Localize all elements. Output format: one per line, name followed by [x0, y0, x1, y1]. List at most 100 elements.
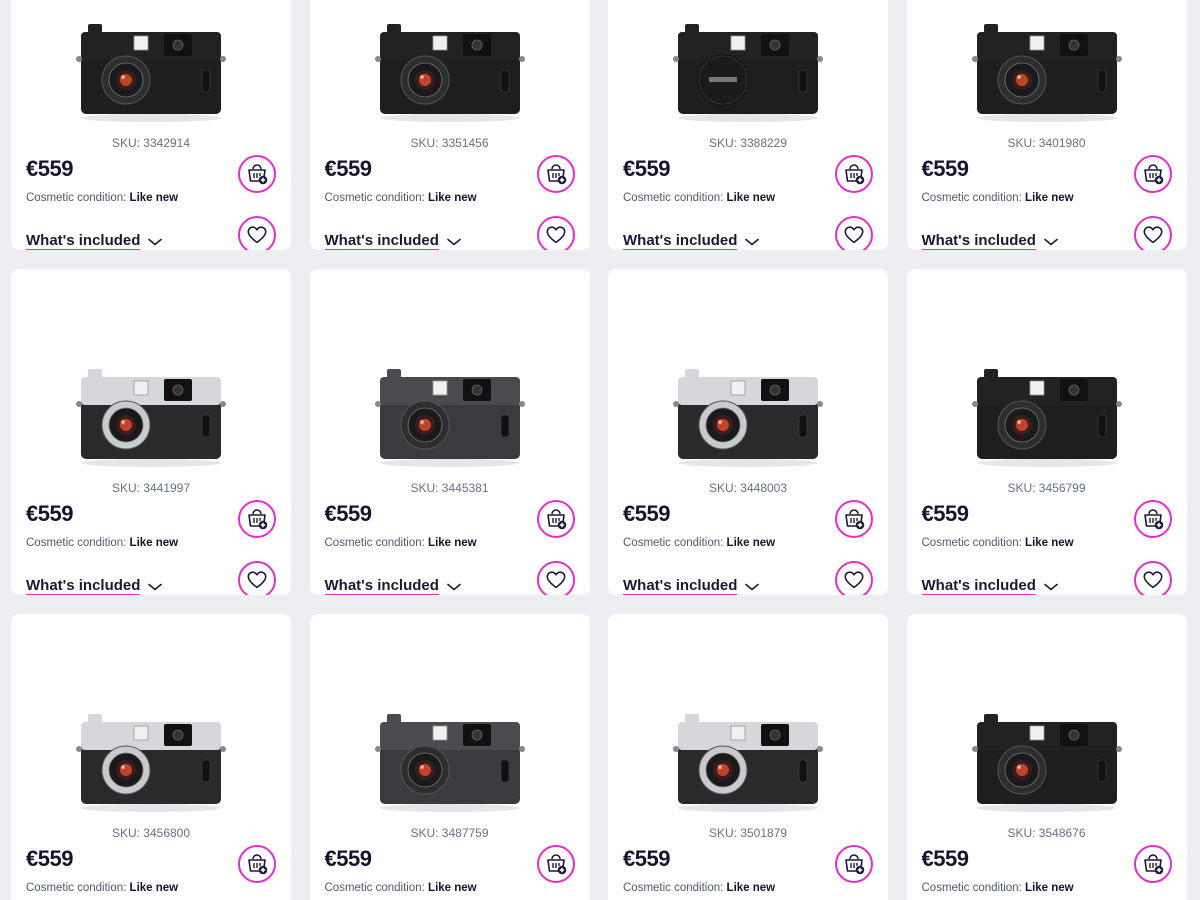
whats-included-toggle[interactable]: What's included [324, 232, 461, 250]
chevron-down-icon [1044, 238, 1058, 246]
add-to-basket-icon [1143, 164, 1163, 185]
whats-included-label: What's included [921, 232, 1036, 250]
whats-included-label: What's included [324, 232, 439, 250]
product-card[interactable]: SKU: 3445381 €559 Cosmetic condition: Li… [309, 269, 590, 595]
condition-label: Cosmetic condition: [324, 882, 429, 894]
add-to-basket-button[interactable] [536, 155, 575, 193]
product-sku: SKU: 3342914 [111, 136, 191, 150]
product-image[interactable] [310, 0, 590, 136]
wishlist-button[interactable] [536, 561, 575, 595]
whats-included-toggle[interactable]: What's included [324, 577, 461, 595]
product-image[interactable] [608, 0, 888, 136]
product-card[interactable]: SKU: 3351456 €559 Cosmetic condition: Li… [309, 0, 590, 250]
product-image[interactable] [11, 269, 291, 481]
whats-included-label: What's included [921, 577, 1036, 595]
product-image[interactable] [907, 269, 1187, 481]
product-sku: SKU: 3456800 [111, 826, 191, 840]
add-to-basket-button[interactable] [536, 845, 575, 883]
add-to-basket-icon [546, 854, 566, 875]
condition-value: Like new [428, 537, 477, 549]
product-image[interactable] [907, 0, 1187, 136]
heart-icon [247, 571, 267, 589]
chevron-down-icon [447, 238, 461, 246]
condition-label: Cosmetic condition: [26, 537, 130, 549]
product-price: €559 [26, 501, 73, 526]
condition-value: Like new [1025, 537, 1074, 549]
product-image[interactable] [310, 614, 590, 826]
add-to-basket-button[interactable] [835, 155, 873, 193]
product-card[interactable]: SKU: 3441997 €559 Cosmetic condition: Li… [11, 269, 291, 595]
chevron-down-icon [745, 238, 760, 246]
add-to-basket-icon [845, 854, 865, 875]
cosmetic-condition: Cosmetic condition: Like new [922, 192, 1074, 204]
wishlist-button[interactable] [1133, 561, 1172, 595]
whats-included-label: What's included [324, 577, 439, 595]
product-sku: SKU: 3388229 [708, 136, 788, 150]
wishlist-button[interactable] [238, 216, 276, 250]
add-to-basket-button[interactable] [238, 500, 276, 538]
add-to-basket-button[interactable] [1133, 155, 1172, 193]
product-card[interactable]: SKU: 3501879 €559 Cosmetic condition: Li… [608, 614, 888, 900]
wishlist-button[interactable] [835, 561, 873, 595]
product-price: €559 [324, 156, 372, 181]
heart-icon [1143, 226, 1162, 244]
camera-photo [971, 24, 1122, 122]
cosmetic-condition: Cosmetic condition: Like new [922, 537, 1074, 549]
cosmetic-condition: Cosmetic condition: Like new [922, 882, 1074, 894]
camera-photo [374, 369, 525, 467]
add-to-basket-button[interactable] [835, 500, 873, 538]
wishlist-button[interactable] [1133, 216, 1172, 250]
wishlist-button[interactable] [536, 216, 575, 250]
product-image[interactable] [608, 614, 888, 826]
product-image[interactable] [11, 0, 291, 136]
product-card[interactable]: SKU: 3456799 €559 Cosmetic condition: Li… [906, 269, 1187, 595]
product-card[interactable]: SKU: 3448003 €559 Cosmetic condition: Li… [608, 269, 888, 595]
add-to-basket-button[interactable] [835, 845, 873, 883]
whats-included-toggle[interactable]: What's included [623, 232, 760, 250]
product-image[interactable] [11, 614, 291, 826]
product-sku: SKU: 3501879 [708, 826, 788, 840]
product-card[interactable]: SKU: 3342914 €559 Cosmetic condition: Li… [11, 0, 291, 250]
whats-included-label: What's included [26, 232, 141, 250]
whats-included-toggle[interactable]: What's included [921, 577, 1058, 595]
whats-included-toggle[interactable]: What's included [26, 232, 163, 250]
wishlist-button[interactable] [238, 561, 276, 595]
condition-value: Like new [129, 537, 179, 549]
wishlist-button[interactable] [835, 216, 873, 250]
add-to-basket-button[interactable] [238, 155, 276, 193]
condition-label: Cosmetic condition: [26, 192, 130, 204]
add-to-basket-icon [845, 164, 865, 185]
product-card[interactable]: SKU: 3548676 €559 Cosmetic condition: Li… [906, 614, 1187, 900]
add-to-basket-button[interactable] [238, 845, 276, 883]
whats-included-label: What's included [623, 232, 738, 250]
product-image[interactable] [907, 614, 1187, 826]
cosmetic-condition: Cosmetic condition: Like new [325, 882, 477, 894]
heart-icon [546, 226, 565, 244]
product-card[interactable]: SKU: 3388229 €559 Cosmetic condition: Li… [608, 0, 888, 250]
product-card[interactable]: SKU: 3456800 €559 Cosmetic condition: Li… [11, 614, 291, 900]
product-image[interactable] [608, 269, 888, 481]
add-to-basket-icon [845, 509, 865, 530]
chevron-down-icon [148, 583, 163, 591]
condition-value: Like new [726, 537, 776, 549]
condition-label: Cosmetic condition: [623, 882, 727, 894]
camera-photo [76, 369, 226, 467]
product-card[interactable]: SKU: 3401980 €559 Cosmetic condition: Li… [906, 0, 1187, 250]
product-image[interactable] [310, 269, 590, 481]
condition-label: Cosmetic condition: [921, 192, 1026, 204]
condition-value: Like new [129, 882, 179, 894]
add-to-basket-button[interactable] [536, 500, 575, 538]
whats-included-toggle[interactable]: What's included [26, 578, 163, 595]
whats-included-toggle[interactable]: What's included [623, 578, 760, 595]
heart-icon [1143, 571, 1162, 589]
product-listing-page: SKU: 3342914 €559 Cosmetic condition: Li… [0, 0, 1200, 900]
product-sku: SKU: 3448003 [708, 481, 788, 495]
chevron-down-icon [1044, 583, 1058, 591]
product-card[interactable]: SKU: 3487759 €559 Cosmetic condition: Li… [309, 614, 590, 900]
product-sku: SKU: 3487759 [410, 826, 489, 840]
add-to-basket-button[interactable] [1133, 845, 1172, 883]
camera-photo [76, 714, 226, 812]
add-to-basket-button[interactable] [1133, 500, 1172, 538]
whats-included-toggle[interactable]: What's included [921, 232, 1058, 250]
condition-value: Like new [428, 192, 477, 204]
